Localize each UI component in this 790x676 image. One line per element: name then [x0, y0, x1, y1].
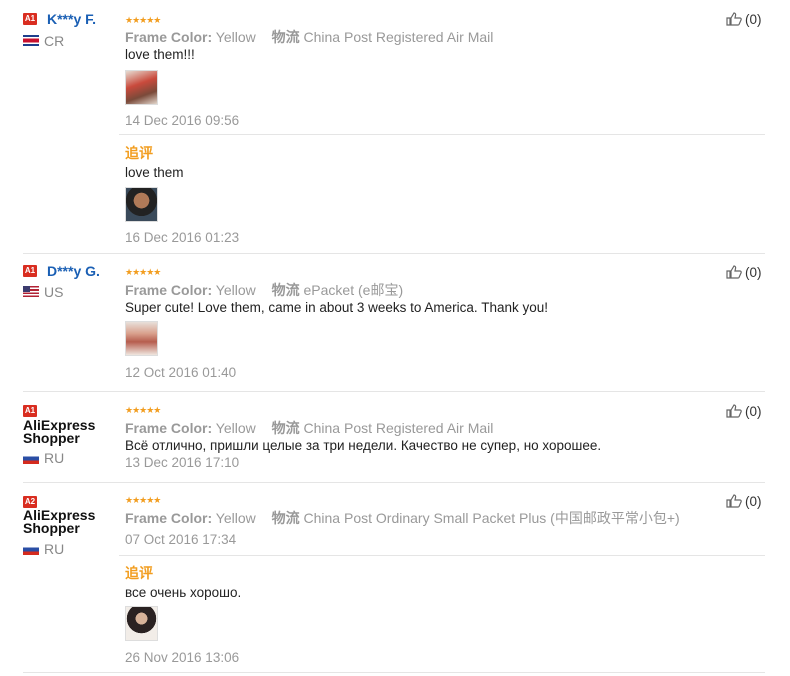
reviewer-name[interactable]: D***y G. — [47, 263, 100, 279]
reviewer-name-line2: Shopper — [23, 520, 80, 536]
followup-photo-thumbnail[interactable] — [125, 187, 158, 222]
attribute-label: Frame Color: — [125, 282, 213, 298]
review-text: Всё отлично, пришли целые за три недели.… — [125, 438, 602, 453]
logistics-value: China Post Ordinary Small Packet Plus (中… — [303, 510, 680, 526]
divider — [23, 672, 765, 673]
country-flag-icon — [23, 35, 39, 46]
divider — [119, 134, 765, 135]
review-date: 07 Oct 2016 17:34 — [125, 532, 237, 547]
helpful-count: (0) — [745, 265, 762, 280]
thumbs-up-icon — [726, 494, 742, 508]
divider — [23, 253, 765, 254]
review-meta: Frame Color: Yellow 物流 ePacket (e邮宝) — [125, 280, 403, 300]
divider — [23, 482, 765, 483]
helpful-count: (0) — [745, 12, 762, 27]
review-meta: Frame Color: Yellow 物流 China Post Regist… — [125, 27, 493, 47]
helpful-button[interactable]: (0) — [726, 494, 762, 509]
divider — [119, 555, 765, 556]
logistics-label: 物流 — [271, 282, 300, 298]
thumbs-up-icon — [726, 12, 742, 26]
review-date: 12 Oct 2016 01:40 — [125, 365, 237, 380]
attribute-value: Yellow — [215, 282, 256, 298]
divider — [23, 391, 765, 392]
reviewer-country: CR — [44, 33, 65, 49]
attribute-label: Frame Color: — [125, 510, 213, 526]
reviewer-country: RU — [44, 541, 65, 557]
reviewer-name[interactable]: K***y F. — [47, 11, 96, 27]
followup-date: 16 Dec 2016 01:23 — [125, 230, 240, 245]
member-level-badge: A1 — [23, 13, 37, 25]
helpful-button[interactable]: (0) — [726, 12, 762, 27]
followup-label: 追评 — [125, 145, 153, 161]
country-flag-icon — [23, 286, 39, 297]
helpful-count: (0) — [745, 404, 762, 419]
attribute-value: Yellow — [215, 29, 256, 45]
logistics-label: 物流 — [271, 420, 300, 436]
followup-date: 26 Nov 2016 13:06 — [125, 650, 240, 665]
attribute-value: Yellow — [215, 510, 256, 526]
star-rating: ★★★★★ — [125, 267, 161, 277]
star-rating: ★★★★★ — [125, 495, 161, 505]
review-text: Super cute! Love them, came in about 3 w… — [125, 300, 548, 315]
thumbs-up-icon — [726, 404, 742, 418]
helpful-button[interactable]: (0) — [726, 265, 762, 280]
star-rating: ★★★★★ — [125, 15, 161, 25]
followup-photo-thumbnail[interactable] — [125, 606, 158, 641]
star-rating: ★★★★★ — [125, 405, 161, 415]
helpful-count: (0) — [745, 494, 762, 509]
logistics-value: China Post Registered Air Mail — [303, 420, 494, 436]
reviewer-name[interactable]: AliExpress Shopper — [23, 508, 95, 536]
country-flag-icon — [23, 453, 39, 464]
attribute-label: Frame Color: — [125, 420, 213, 436]
member-level-badge: A1 — [23, 405, 37, 417]
review-date: 13 Dec 2016 17:10 — [125, 455, 240, 470]
logistics-value: ePacket (e邮宝) — [303, 282, 404, 298]
logistics-label: 物流 — [271, 510, 300, 526]
review-meta: Frame Color: Yellow 物流 China Post Ordina… — [125, 508, 680, 528]
followup-label: 追评 — [125, 565, 153, 581]
member-level-badge: A1 — [23, 265, 37, 277]
review-meta: Frame Color: Yellow 物流 China Post Regist… — [125, 418, 493, 438]
helpful-button[interactable]: (0) — [726, 404, 762, 419]
reviewer-name[interactable]: AliExpress Shopper — [23, 418, 95, 446]
review-photo-thumbnail[interactable] — [125, 70, 158, 105]
reviewer-name-line2: Shopper — [23, 430, 80, 446]
review-date: 14 Dec 2016 09:56 — [125, 113, 240, 128]
review-text: love them!!! — [125, 47, 195, 62]
logistics-label: 物流 — [271, 29, 300, 45]
logistics-value: China Post Registered Air Mail — [303, 29, 494, 45]
attribute-value: Yellow — [215, 420, 256, 436]
reviewer-country: RU — [44, 450, 65, 466]
review-photo-thumbnail[interactable] — [125, 321, 158, 356]
thumbs-up-icon — [726, 265, 742, 279]
followup-text: все очень хорошо. — [125, 585, 242, 600]
followup-text: love them — [125, 165, 184, 180]
country-flag-icon — [23, 544, 39, 555]
reviewer-country: US — [44, 284, 64, 300]
attribute-label: Frame Color: — [125, 29, 213, 45]
